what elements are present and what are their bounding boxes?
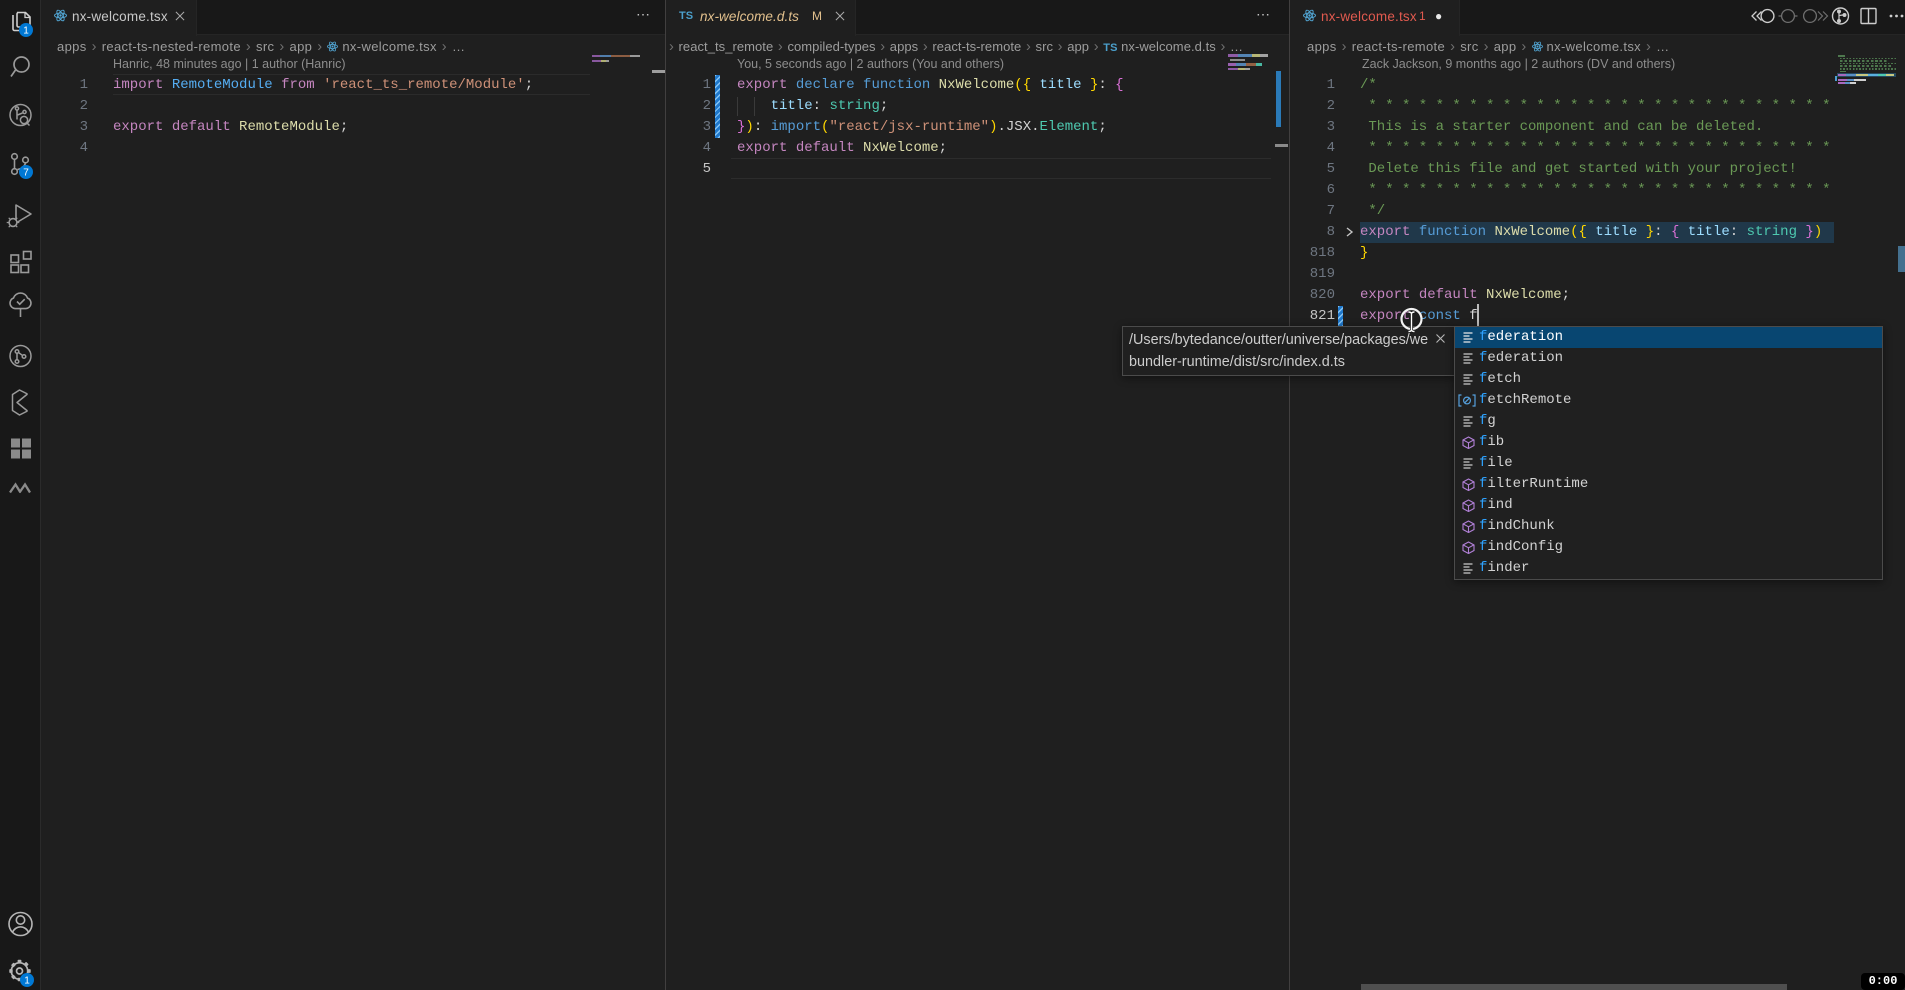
svg-text:1: 1	[23, 26, 29, 37]
svg-text:1: 1	[24, 976, 30, 987]
svg-text:7: 7	[23, 168, 29, 179]
